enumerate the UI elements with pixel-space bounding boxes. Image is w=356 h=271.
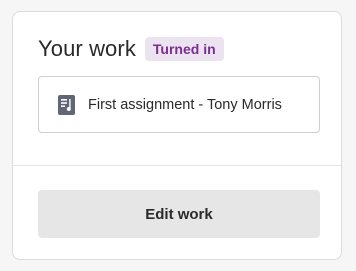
edit-work-button[interactable]: Edit work [38,190,320,238]
divider [13,165,341,166]
status-badge: Turned in [144,37,224,61]
your-work-card: Your work Turned in First assignment - T… [12,11,342,260]
attachment-label: First assignment - Tony Morris [88,96,282,113]
card-header: Your work Turned in [38,36,224,62]
card-title: Your work [38,36,136,61]
attachment-item[interactable]: First assignment - Tony Morris [38,76,320,133]
document-icon [58,94,75,115]
